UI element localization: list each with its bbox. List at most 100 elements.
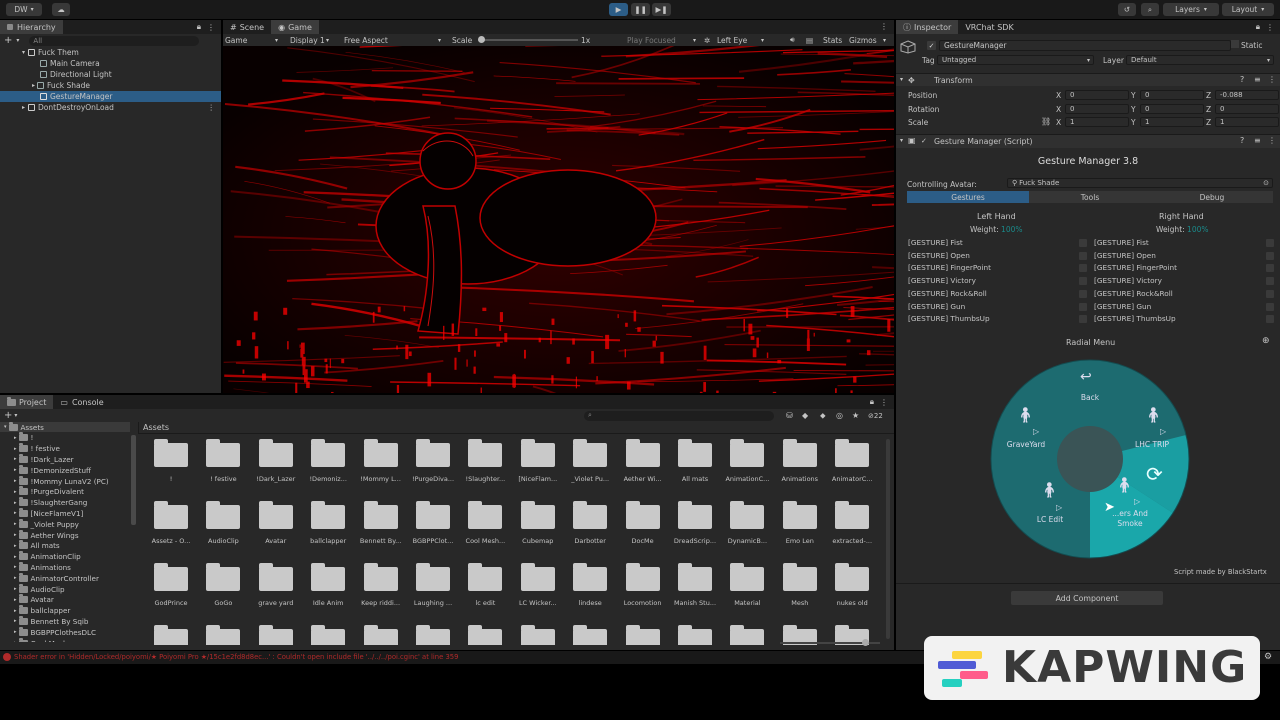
layers-dropdown[interactable]: Layers ▾ (1163, 3, 1219, 16)
left-gesture-checkbox[interactable] (1079, 251, 1087, 260)
hierarchy-item-scene[interactable]: ▾ Fuck Them (0, 47, 79, 58)
add-icon[interactable]: + (4, 35, 12, 46)
active-checkbox[interactable]: ✓ (927, 41, 936, 50)
rotation-z-field[interactable]: 0 (1215, 103, 1279, 114)
label-filter-icon[interactable]: ⬥ (820, 411, 826, 421)
tree-item[interactable]: ▸ Animations (0, 561, 71, 572)
tree-item[interactable]: ▸ Avatar (0, 594, 54, 605)
asset-folder[interactable] (146, 621, 196, 645)
asset-folder[interactable] (670, 621, 720, 645)
tab-inspector[interactable]: ⓘ Inspector (896, 20, 959, 34)
tree-item[interactable]: ▸ AnimationClip (0, 551, 81, 562)
stats-button[interactable]: Stats (823, 36, 842, 45)
left-gesture-checkbox[interactable] (1079, 302, 1087, 311)
game-viewport[interactable] (223, 46, 894, 393)
asset-folder[interactable]: !Dark_Lazer (251, 435, 301, 483)
left-gesture-checkbox[interactable] (1079, 315, 1087, 324)
asset-folder[interactable]: extracted-... (827, 497, 877, 545)
asset-folder[interactable]: lc edit (460, 559, 510, 607)
tab-scene[interactable]: # Scene (223, 20, 271, 34)
right-gesture-checkbox[interactable] (1266, 239, 1274, 247)
target-icon[interactable]: ⊙ (1263, 179, 1272, 187)
asset-folder[interactable] (408, 621, 458, 645)
cloud-icon[interactable]: ☁ (52, 3, 70, 16)
tab-tools[interactable]: Tools (1029, 191, 1151, 203)
tag-dropdown[interactable]: Untagged ▾ (937, 55, 1094, 65)
lock-icon[interactable]: 🔒︎ (1256, 22, 1260, 32)
play-focused-dropdown[interactable]: Play Focused (627, 36, 676, 45)
asset-folder[interactable] (251, 621, 301, 645)
enabled-checkbox[interactable]: ✓ (921, 137, 927, 145)
asset-folder[interactable]: [NiceFlam... (513, 435, 563, 483)
lock-icon[interactable]: 🔒︎ (197, 22, 201, 32)
preset-icon[interactable]: ≡ (1254, 75, 1261, 84)
tree-item[interactable]: ▸ All mats (0, 540, 60, 551)
scale-x-field[interactable]: 1 (1065, 117, 1129, 127)
grid-scrollbar[interactable] (886, 439, 890, 639)
asset-folder[interactable]: !Demoniz... (303, 435, 353, 483)
asset-folder[interactable]: Aether Wi... (618, 435, 668, 483)
step-icon[interactable]: ▶❚ (652, 3, 671, 16)
display-dropdown[interactable]: Display 1 (290, 36, 325, 45)
tree-item[interactable]: ▸ !Mommy LunaV2 (PC) (0, 475, 109, 486)
constrain-proportions-icon[interactable]: ⛓ (1041, 117, 1051, 126)
project-search-input[interactable]: ⌕ (584, 411, 774, 421)
favorite-icon[interactable]: ★ (852, 411, 859, 420)
asset-folder[interactable]: All mats (670, 435, 720, 483)
preset-icon[interactable]: ≡ (1254, 136, 1261, 145)
gizmos-dropdown[interactable]: Gizmos (849, 36, 877, 45)
asset-folder[interactable]: Mesh (775, 559, 825, 607)
more-icon[interactable]: ⋮ (1268, 136, 1276, 145)
layout-dropdown[interactable]: Layout ▾ (1222, 3, 1274, 16)
more-icon[interactable]: ⋮ (208, 103, 222, 112)
lock-icon[interactable]: 🔒︎ (870, 397, 874, 407)
tree-item[interactable]: ▸ Bennett By Sqib (0, 615, 88, 626)
asset-folder[interactable]: Cubemap (513, 497, 563, 545)
controlling-avatar-field[interactable]: ⚲ Fuck Shade ⊙ (1007, 178, 1273, 188)
asset-folder[interactable]: GoGo (198, 559, 248, 607)
zoom-slider[interactable] (780, 639, 880, 646)
more-icon[interactable]: ⋮ (1268, 75, 1276, 84)
tree-item[interactable]: ▸ _Violet Puppy (0, 518, 79, 529)
asset-folder[interactable]: DreadScrip... (670, 497, 720, 545)
rotation-x-field[interactable]: 0 (1065, 103, 1129, 114)
right-gesture-checkbox[interactable] (1266, 251, 1274, 260)
tree-item[interactable]: ▸ AudioClip (0, 583, 65, 594)
history-icon[interactable]: ↺ (1118, 3, 1136, 16)
hierarchy-item-main-camera[interactable]: Main Camera (0, 58, 100, 69)
type-filter-icon[interactable]: ◆ (802, 411, 808, 420)
scale-z-field[interactable]: 1 (1215, 117, 1279, 127)
asset-folder[interactable]: Emo Len (775, 497, 825, 545)
radial-item-back[interactable]: Back (1070, 393, 1110, 402)
right-gesture-checkbox[interactable] (1266, 277, 1274, 286)
asset-folder[interactable]: Laughing ... (408, 559, 458, 607)
asset-folder[interactable]: Keep riddi... (356, 559, 406, 607)
asset-folder[interactable]: !PurgeDiva... (408, 435, 458, 483)
help-icon[interactable]: ? (1240, 136, 1244, 145)
play-icon[interactable]: ▶ (609, 3, 628, 16)
asset-folder[interactable]: _Violet Pu... (565, 435, 615, 483)
hierarchy-item-fuck-shade[interactable]: ▸ Fuck Shade (0, 80, 90, 91)
scale-slider[interactable] (478, 36, 578, 43)
right-gesture-checkbox[interactable] (1266, 264, 1274, 273)
asset-folder[interactable]: AudioClip (198, 497, 248, 545)
asset-folder[interactable]: lindese (565, 559, 615, 607)
tree-item[interactable]: ▸ ! festive (0, 443, 60, 454)
asset-folder[interactable]: Idle Anim (303, 559, 353, 607)
position-z-field[interactable]: -0.088 (1215, 90, 1279, 100)
add-circle-icon[interactable]: ⊕ (1262, 336, 1270, 346)
more-icon[interactable]: ⋮ (1266, 23, 1274, 32)
position-x-field[interactable]: 0 (1065, 90, 1129, 100)
left-gesture-checkbox[interactable] (1079, 277, 1087, 286)
tree-item[interactable]: ▸! (0, 432, 33, 443)
tree-item[interactable]: ▸ Aether Wings (0, 529, 79, 540)
rotation-y-field[interactable]: 0 (1140, 103, 1204, 114)
asset-folder[interactable]: AnimatorC... (827, 435, 877, 483)
asset-folder[interactable]: Material (722, 559, 772, 607)
hierarchy-item-dontdestroyonload[interactable]: ▸ DontDestroyOnLoad ⋮ (0, 102, 221, 113)
right-gesture-checkbox[interactable] (1266, 315, 1274, 324)
object-name-field[interactable]: GestureManager (939, 40, 1231, 51)
add-icon[interactable]: + (4, 410, 12, 421)
static-checkbox[interactable] (1231, 40, 1239, 48)
tab-project[interactable]: Project (0, 395, 54, 409)
